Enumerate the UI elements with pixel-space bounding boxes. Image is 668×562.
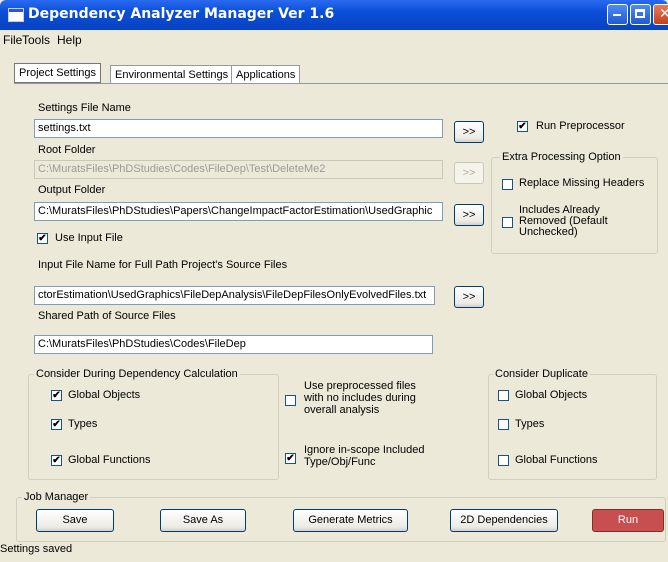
app-icon xyxy=(8,8,24,22)
input-file-browse-button[interactable]: >> xyxy=(454,286,484,308)
run-preprocessor-label: Run Preprocessor xyxy=(536,120,625,132)
menu-help[interactable]: Help xyxy=(57,33,82,47)
consider-calc-title: Consider During Dependency Calculation xyxy=(34,368,240,380)
menu-file[interactable]: File xyxy=(3,33,22,47)
settings-file-input[interactable]: settings.txt xyxy=(34,119,443,138)
calc-types-checkbox[interactable]: ✔ xyxy=(51,419,62,430)
output-folder-browse-button[interactable]: >> xyxy=(454,204,484,226)
dup-global-objects-label: Global Objects xyxy=(515,389,588,401)
main-window: Dependency Analyzer Manager Ver 1.6 ✕ Fi… xyxy=(0,0,668,562)
settings-file-label: Settings File Name xyxy=(38,102,131,114)
calc-global-functions-checkbox[interactable]: ✔ xyxy=(51,455,62,466)
consider-calc-group xyxy=(28,374,279,480)
ignore-inscope-checkbox[interactable]: ✔ xyxy=(285,453,296,464)
replace-missing-headers-checkbox[interactable] xyxy=(502,179,513,190)
shared-path-input[interactable]: C:\MuratsFiles\PhDStudies\Codes\FileDep xyxy=(34,335,433,354)
status-bar-text: Settings saved xyxy=(0,543,73,555)
ignore-inscope-label-line1: Ignore in-scope Included xyxy=(304,444,425,456)
close-icon: ✕ xyxy=(659,6,668,22)
use-preprocessed-checkbox[interactable] xyxy=(285,395,296,406)
2d-dependencies-button[interactable]: 2D Dependencies xyxy=(450,509,558,532)
job-manager-title: Job Manager xyxy=(22,491,91,503)
includes-removed-label-line3: Unchecked) xyxy=(519,226,578,238)
maximize-button[interactable] xyxy=(630,4,651,25)
generate-metrics-button[interactable]: Generate Metrics xyxy=(293,509,408,532)
calc-global-objects-label: Global Objects xyxy=(68,389,141,401)
title-bar[interactable]: Dependency Analyzer Manager Ver 1.6 ✕ xyxy=(0,0,668,30)
extra-processing-title: Extra Processing Option xyxy=(500,151,623,163)
includes-removed-checkbox[interactable] xyxy=(502,217,513,228)
dup-types-label: Types xyxy=(515,418,545,430)
tab-environmental-settings[interactable]: Environmental Settings xyxy=(110,65,234,84)
minimize-icon xyxy=(613,14,621,16)
save-button[interactable]: Save xyxy=(36,509,114,532)
dup-global-functions-label: Global Functions xyxy=(515,454,598,466)
calc-global-functions-label: Global Functions xyxy=(68,454,151,466)
menu-bar: File Tools Help xyxy=(0,30,668,50)
dup-global-objects-checkbox[interactable] xyxy=(498,390,509,401)
calc-types-label: Types xyxy=(68,418,98,430)
use-input-file-checkbox[interactable]: ✔ xyxy=(37,233,48,244)
input-file-label: Input File Name for Full Path Project's … xyxy=(38,259,288,271)
menu-tools[interactable]: Tools xyxy=(22,33,50,47)
output-folder-label: Output Folder xyxy=(38,184,106,196)
root-folder-label: Root Folder xyxy=(38,144,96,156)
maximize-icon xyxy=(635,9,645,18)
dup-global-functions-checkbox[interactable] xyxy=(498,455,509,466)
output-folder-input[interactable]: C:\MuratsFiles\PhDStudies\Papers\ChangeI… xyxy=(34,202,443,221)
use-preprocessed-label-line2: with no includes during xyxy=(304,392,416,404)
use-input-file-label: Use Input File xyxy=(55,232,123,244)
replace-missing-headers-label: Replace Missing Headers xyxy=(519,177,645,189)
tab-project-settings[interactable]: Project Settings xyxy=(14,63,102,83)
ignore-inscope-label-line2: Type/Obj/Func xyxy=(304,456,376,468)
run-preprocessor-checkbox[interactable]: ✔ xyxy=(517,121,528,132)
window-title: Dependency Analyzer Manager Ver 1.6 xyxy=(28,6,335,22)
settings-file-browse-button[interactable]: >> xyxy=(454,121,484,143)
root-folder-browse-button[interactable]: >> xyxy=(454,162,484,184)
save-as-button[interactable]: Save As xyxy=(160,509,246,532)
tab-applications[interactable]: Applications xyxy=(231,65,301,84)
close-button[interactable]: ✕ xyxy=(653,4,668,25)
dup-types-checkbox[interactable] xyxy=(498,419,509,430)
calc-global-objects-checkbox[interactable]: ✔ xyxy=(51,390,62,401)
use-preprocessed-label-line3: overall analysis xyxy=(304,404,380,416)
use-preprocessed-label-line1: Use preprocessed files xyxy=(304,380,416,392)
shared-path-label: Shared Path of Source Files xyxy=(38,310,176,322)
consider-duplicate-title: Consider Duplicate xyxy=(493,368,590,380)
root-folder-input[interactable]: C:\MuratsFiles\PhDStudies\Codes\FileDep\… xyxy=(34,160,443,179)
run-button[interactable]: Run xyxy=(592,509,664,532)
input-file-input[interactable]: ctorEstimation\UsedGraphics\FileDepAnaly… xyxy=(34,286,435,305)
minimize-button[interactable] xyxy=(607,4,628,25)
